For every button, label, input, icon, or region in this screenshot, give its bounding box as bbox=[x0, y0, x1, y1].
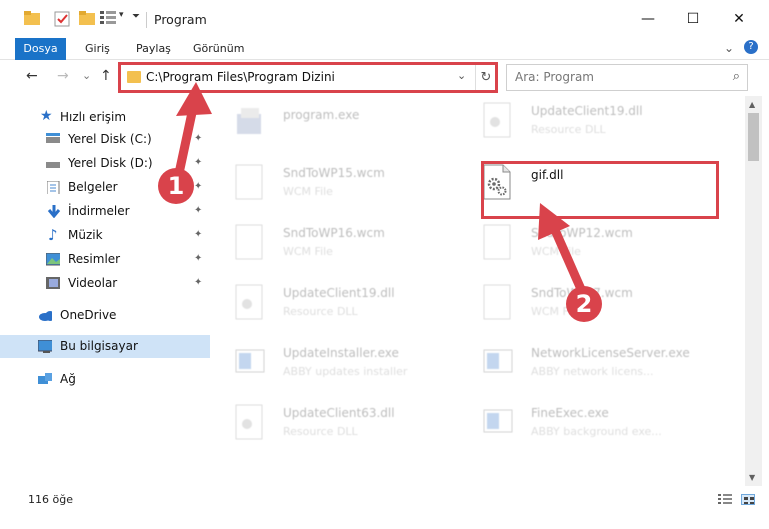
details-view-icon[interactable] bbox=[718, 494, 732, 505]
step-marker-1: 1 bbox=[158, 168, 194, 204]
scrollbar-thumb[interactable] bbox=[748, 113, 759, 161]
vertical-scrollbar[interactable]: ▲ ▼ bbox=[745, 96, 762, 486]
tiles-view-icon[interactable] bbox=[741, 494, 755, 505]
step-marker-2: 2 bbox=[566, 286, 602, 322]
arrow-1-shaft bbox=[173, 107, 198, 179]
item-count: 116 öğe bbox=[28, 493, 73, 506]
status-bar: 116 öğe bbox=[0, 486, 769, 514]
annotation-arrows bbox=[173, 82, 589, 298]
arrow-1-head bbox=[176, 82, 212, 116]
scroll-down-icon[interactable]: ▼ bbox=[749, 473, 755, 482]
scroll-up-icon[interactable]: ▲ bbox=[749, 100, 755, 109]
